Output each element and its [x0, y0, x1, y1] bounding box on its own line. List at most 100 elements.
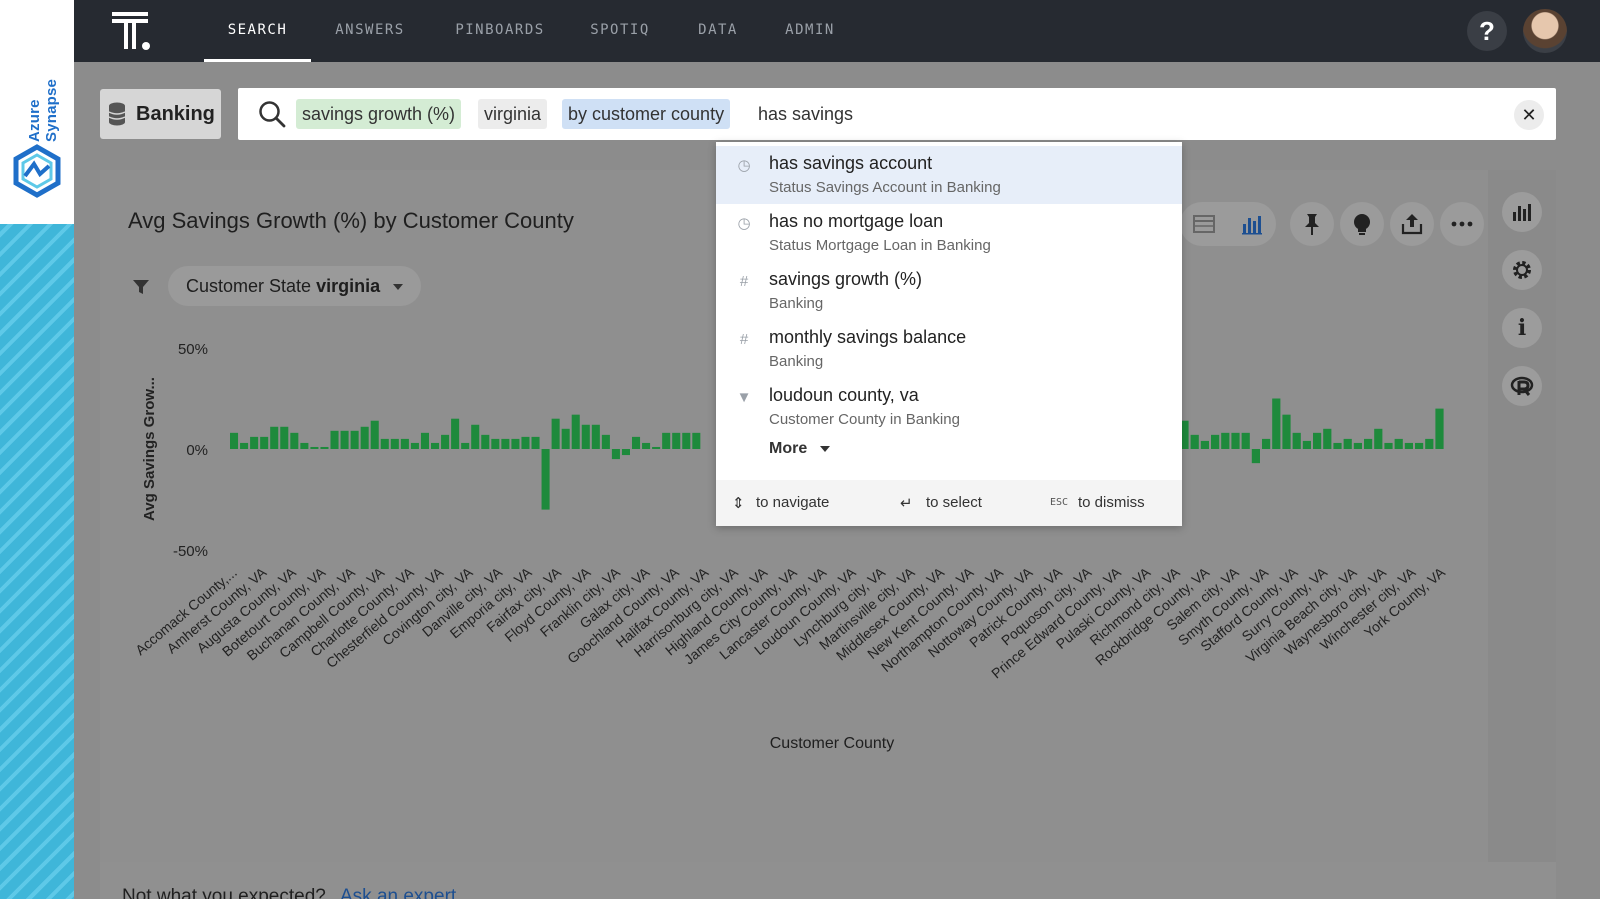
- chart-bar: [1323, 428, 1332, 449]
- chart-bar: [320, 446, 329, 449]
- suggestion-item[interactable]: # monthly savings balance Banking: [716, 320, 1182, 378]
- suggestion-item[interactable]: ▼ loudoun county, va Customer County in …: [716, 378, 1182, 436]
- search-token-value[interactable]: virginia: [478, 99, 548, 129]
- data-source-button[interactable]: Banking: [100, 89, 221, 139]
- chart-bar: [1302, 440, 1311, 449]
- suggestion-item[interactable]: ◷ has no mortgage loan Status Mortgage L…: [716, 204, 1182, 262]
- more-label: More: [769, 440, 808, 457]
- chart-bar: [340, 430, 349, 449]
- brand-text: Azure Synapse: [26, 78, 60, 142]
- settings-button[interactable]: [1502, 250, 1542, 290]
- chart-bar: [1313, 432, 1322, 449]
- chart-bar: [1415, 442, 1424, 449]
- chart-bar: [1241, 432, 1250, 449]
- more-suggestions-button[interactable]: More: [769, 440, 830, 458]
- chevron-down-icon: [819, 445, 830, 452]
- chart-bar: [1425, 438, 1434, 449]
- chart-bar: [1200, 440, 1209, 449]
- chart-bar: [1292, 432, 1301, 449]
- chart-bar: [531, 436, 540, 449]
- search-token-measure[interactable]: savings growth (%): [296, 99, 462, 129]
- chart-bar: [300, 442, 309, 449]
- suggestion-sub: Customer County in Banking: [769, 411, 960, 428]
- help-button[interactable]: ?: [1467, 11, 1507, 51]
- top-nav: SEARCH ANSWERS PINBOARDS SPOTIQ DATA ADM…: [74, 0, 1600, 62]
- avatar[interactable]: [1523, 9, 1567, 53]
- chart-bar: [451, 418, 460, 449]
- chart-bar: [1404, 442, 1413, 449]
- chart-bar: [1262, 438, 1271, 449]
- suggestion-item[interactable]: ◷ has savings account Status Savings Acc…: [716, 146, 1182, 204]
- chart-bar: [400, 438, 409, 449]
- chart-bar: [1231, 432, 1240, 449]
- search-input[interactable]: has savings: [758, 99, 853, 129]
- esc-key-label: ESC: [1050, 497, 1069, 508]
- search-token-attribute[interactable]: by customer county: [562, 99, 731, 129]
- chart-bar: [481, 434, 490, 449]
- chart-bar: [652, 446, 661, 449]
- r-analysis-button[interactable]: [1502, 366, 1542, 406]
- nav-pinboards[interactable]: PINBOARDS: [446, 0, 554, 62]
- chart-bar: [390, 438, 399, 449]
- chart-bar: [1333, 442, 1342, 449]
- chart-bar: [561, 428, 570, 449]
- chart-bar: [521, 436, 530, 449]
- nav-search[interactable]: SEARCH: [204, 0, 311, 62]
- chart-bar: [551, 418, 560, 449]
- synapse-logo-icon: [13, 144, 61, 198]
- suggestion-main: has savings account: [769, 153, 933, 173]
- nav-spotiq[interactable]: SPOTIQ: [582, 0, 658, 62]
- y-tick-label: -50%: [173, 543, 208, 560]
- suggestion-sub: Status Mortgage Loan in Banking: [769, 237, 991, 254]
- chart-bar: [511, 438, 520, 449]
- data-source-label: Banking: [136, 103, 215, 125]
- chart-bar: [441, 434, 450, 449]
- chart-bar: [632, 436, 641, 449]
- chart-bar: [1272, 398, 1281, 449]
- hash-icon: #: [739, 331, 749, 348]
- search-bar[interactable]: savings growth (%) virginia by customer …: [238, 88, 1556, 140]
- chart-bar: [491, 438, 500, 449]
- chart-bar: [310, 446, 319, 449]
- y-tick-label: 50%: [178, 341, 208, 358]
- chart-bar: [621, 449, 630, 456]
- hash-icon: #: [739, 273, 749, 290]
- ask-expert-link[interactable]: Ask an expert: [340, 886, 456, 899]
- chart-bar: [611, 449, 620, 460]
- search-icon: [259, 101, 286, 128]
- chart-bar: [591, 424, 600, 449]
- chart-type-button[interactable]: [1502, 192, 1542, 232]
- chart-bar: [471, 424, 480, 449]
- y-axis-label: Avg Savings Grow...: [141, 377, 158, 521]
- chart-bar: [1374, 428, 1383, 449]
- suggestion-dropdown: ◷ has savings account Status Savings Acc…: [716, 142, 1182, 526]
- info-button[interactable]: i: [1502, 308, 1542, 348]
- clear-search-button[interactable]: ✕: [1514, 100, 1544, 130]
- chart-bar: [1353, 442, 1362, 449]
- up-down-arrows-icon: ⇕: [732, 495, 745, 512]
- dismiss-hint: to dismiss: [1078, 494, 1145, 511]
- not-expected-text: Not what you expected?: [122, 886, 326, 899]
- chart-bar: [1211, 434, 1220, 449]
- chart-bar: [1251, 449, 1260, 464]
- suggestion-item[interactable]: # savings growth (%) Banking: [716, 262, 1182, 320]
- thoughtspot-logo-icon[interactable]: [112, 12, 154, 52]
- clock-icon: ◷: [737, 215, 751, 232]
- chart-bar: [410, 442, 419, 449]
- chart-bar: [1435, 408, 1444, 449]
- chart-bar: [370, 420, 379, 449]
- chart-bar: [1394, 438, 1403, 449]
- chart-bar: [290, 432, 299, 449]
- chart-bar: [541, 449, 550, 510]
- chart-bar: [420, 432, 429, 449]
- nav-admin[interactable]: ADMIN: [778, 0, 842, 62]
- chart-bar: [250, 436, 259, 449]
- chart-bar: [1384, 442, 1393, 449]
- navigate-hint: to navigate: [756, 494, 830, 511]
- nav-data[interactable]: DATA: [690, 0, 746, 62]
- filter-icon: ▼: [736, 389, 752, 406]
- gear-icon: [1513, 261, 1531, 279]
- nav-answers[interactable]: ANSWERS: [324, 0, 416, 62]
- chart-bar: [431, 442, 440, 449]
- suggestion-sub: Banking: [769, 295, 824, 312]
